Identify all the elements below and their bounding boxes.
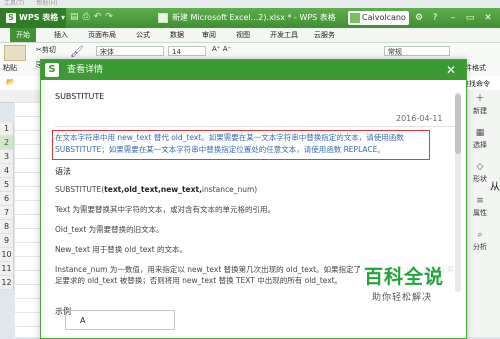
skin-settings-icon[interactable]: ⚙ <box>412 11 426 25</box>
row-header[interactable]: 10 <box>0 248 14 262</box>
syntax-heading: 语法 <box>55 167 71 176</box>
font-grow-icon[interactable]: A⁺ A⁻ <box>212 45 231 53</box>
row-header[interactable]: 9 <box>0 234 14 248</box>
properties-icon: ≡ <box>476 196 484 206</box>
row-header[interactable]: 5 <box>0 178 14 192</box>
tab-developer[interactable]: 开发工具 <box>264 28 304 42</box>
tab-insert[interactable]: 插入 <box>48 28 74 42</box>
tab-cloud[interactable]: 云服务 <box>308 28 341 42</box>
row-header[interactable]: 2 <box>0 136 14 150</box>
document-icon <box>158 12 168 23</box>
watermark-slogan: 助你轻松解决 <box>372 293 433 303</box>
publish-date: 2016-04-11 <box>396 114 443 123</box>
app-name: WPS 表格 <box>19 13 59 22</box>
paste-button[interactable]: 粘贴 <box>3 63 17 73</box>
row-header[interactable]: 4 <box>0 164 14 178</box>
dialog-title: 查看详情 <box>67 65 104 75</box>
tab-review[interactable]: 审阅 <box>196 28 222 42</box>
tab-view[interactable]: 视图 <box>230 28 256 42</box>
new-icon: ＋ <box>475 94 485 104</box>
select-icon: ▦ <box>475 128 485 138</box>
user-name: Caivolcano <box>362 13 406 22</box>
shape-icon: ◇ <box>476 162 484 172</box>
title-bar: S WPS 表格 ▾ ▤⎙↶↷ 新建 Microsoft Excel...2).x… <box>0 8 500 28</box>
watermark-logo: 百科全说 <box>364 266 445 288</box>
tab-home[interactable]: 开始 <box>10 28 36 42</box>
close-icon[interactable]: ✕ <box>441 60 461 80</box>
font-size-select[interactable]: 14 <box>168 46 206 56</box>
tools-menu[interactable]: 工具(T) <box>4 0 24 7</box>
open-folder-icon[interactable]: 📂 <box>6 78 15 86</box>
row-header[interactable]: 1 <box>0 122 14 136</box>
document-title: 新建 Microsoft Excel...2).xlsx * - WPS 表格 <box>158 8 336 28</box>
row-header[interactable]: 11 <box>0 262 14 276</box>
row-header[interactable]: 12 <box>0 276 14 290</box>
function-description: 在文本字符串中用 new_text 替代 old_text。如果需要在某一文本字… <box>55 133 404 154</box>
minimize-button[interactable]: – <box>446 11 460 25</box>
divider <box>55 126 455 127</box>
param-text: Text 为需要替换其中字符的文本，或对含有文本的单元格的引用。 <box>55 205 276 214</box>
wps-logo-icon: S <box>45 63 59 77</box>
quick-access-toolbar[interactable]: ▤⎙↶↷ <box>70 12 117 24</box>
ribbon-tabs: 开始 插入 页面布局 公式 数据 审阅 视图 开发工具 云服务 <box>0 28 500 43</box>
paste-icon[interactable] <box>4 45 26 61</box>
help-icon[interactable]: ? <box>428 11 442 25</box>
param-new-text: New_text 用于替换 old_text 的文本。 <box>55 245 188 254</box>
analysis-icon: ⌕ <box>477 230 483 240</box>
dialog-header[interactable]: S 查看详情 ✕ <box>41 60 466 80</box>
wps-app-menu-button[interactable]: S WPS 表格 ▾ <box>0 8 66 28</box>
tab-data[interactable]: 数据 <box>164 28 190 42</box>
cell-text: 从 <box>490 182 500 193</box>
top-menu-strip: 工具(T) 帮助(H) <box>0 0 500 8</box>
user-account-button[interactable]: Caivolcano <box>348 11 409 25</box>
avatar <box>350 12 360 23</box>
tab-page-layout[interactable]: 页面布局 <box>82 28 122 42</box>
wps-logo-icon: S <box>6 13 16 23</box>
number-format-select[interactable]: 常规 <box>384 46 450 56</box>
format-painter-icon[interactable]: 🖌 <box>70 45 84 58</box>
param-old-text: Old_text 为需要替换的旧文本。 <box>55 225 164 234</box>
row-header[interactable]: 3 <box>0 150 14 164</box>
font-name-select[interactable]: 宋体 <box>96 46 164 56</box>
function-name: SUBSTITUTE <box>55 92 105 101</box>
row-header[interactable]: 8 <box>0 220 14 234</box>
example-table: A <box>65 310 175 330</box>
dialog-scrollbar-thumb[interactable] <box>455 94 461 154</box>
cut-button[interactable]: ✂剪切 <box>36 45 56 55</box>
row-header[interactable]: 6 <box>0 192 14 206</box>
maximize-button[interactable]: ▭ <box>463 11 477 25</box>
syntax-line: SUBSTITUTE(text,old_text,new_text,instan… <box>55 185 258 194</box>
row-header[interactable]: 7 <box>0 206 14 220</box>
close-window-button[interactable]: ✕ <box>481 11 495 25</box>
tab-formulas[interactable]: 公式 <box>130 28 156 42</box>
help-menu[interactable]: 帮助(H) <box>36 0 57 7</box>
